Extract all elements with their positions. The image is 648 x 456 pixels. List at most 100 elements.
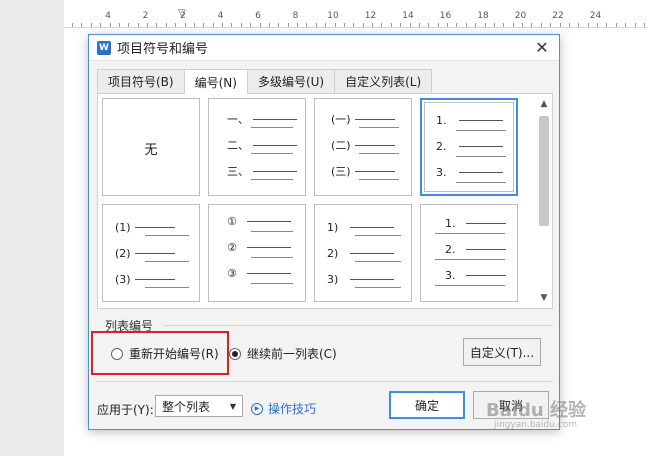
ruler-tick <box>90 23 92 27</box>
tab-bullets[interactable]: 项目符号(B) <box>97 69 185 93</box>
ruler-tick <box>456 23 458 27</box>
ruler-number: 4 <box>105 11 111 21</box>
apply-to-label: 应用于(Y): <box>97 403 154 417</box>
ruler-tick <box>634 23 636 27</box>
indent-marker-icon[interactable]: ▽ <box>178 8 186 19</box>
ruler-number: 10 <box>327 11 339 21</box>
ruler-tick <box>109 23 111 27</box>
continue-list-label: 继续前一列表(C) <box>247 347 337 361</box>
numbering-gallery: 无 一、 二、 三、 (一) (二) (三) 1. 2. 3. (1) (2) … <box>97 93 553 309</box>
apply-to-select[interactable]: 整个列表 ▼ <box>155 395 243 417</box>
marker: 1) <box>327 221 339 234</box>
marker: (2) <box>115 247 131 260</box>
ruler-tick <box>493 23 495 27</box>
radio-checked[interactable] <box>229 347 241 360</box>
ruler-tick <box>418 23 420 27</box>
ruler-tick <box>522 23 523 27</box>
marker: (1) <box>115 221 131 234</box>
ruler-tick <box>297 23 298 27</box>
watermark-url: jingyan.baidu.com <box>494 420 578 430</box>
tab-multilevel[interactable]: 多级编号(U) <box>246 69 336 93</box>
marker: 3. <box>436 166 447 179</box>
tips-label: 操作技巧 <box>268 402 317 416</box>
ruler-tick <box>475 23 477 27</box>
marker: 2) <box>327 247 339 260</box>
ruler-tick <box>100 23 102 27</box>
marker: (三) <box>331 165 351 178</box>
ruler-tick <box>268 23 270 27</box>
ok-button[interactable]: 确定 <box>389 391 465 419</box>
ruler-tick <box>587 23 589 27</box>
ruler-tick <box>540 23 542 27</box>
ruler-tick <box>334 23 336 27</box>
ruler-tick <box>128 23 130 27</box>
numbering-option-none[interactable]: 无 <box>102 98 200 196</box>
ruler-tick <box>372 23 373 27</box>
dropdown-arrow-icon: ▼ <box>229 401 236 411</box>
numbering-option-arabic-half-paren[interactable]: 1) 2) 3) <box>314 204 412 302</box>
baidu-watermark: Baidu 经验 <box>486 400 587 421</box>
marker: 2. <box>445 243 456 256</box>
radio-unchecked[interactable] <box>111 347 123 360</box>
ruler-tick <box>212 23 214 27</box>
scroll-up-icon[interactable]: ▲ <box>538 98 550 110</box>
ruler-tick <box>137 23 139 27</box>
continue-list-radio[interactable]: 继续前一列表(C) <box>229 345 337 362</box>
marker: 1. <box>436 114 447 127</box>
horizontal-ruler: 4 2 2 4 6 8 10 12 14 16 18 20 22 24 ▽ <box>64 0 648 28</box>
dialog-titlebar: W 项目符号和编号 ✕ <box>89 35 559 61</box>
marker: 2. <box>436 140 447 153</box>
ruler-tick <box>118 23 120 27</box>
ruler-tick <box>193 23 195 27</box>
ruler-tick <box>231 23 233 27</box>
play-icon: ▶ <box>251 402 263 415</box>
tab-bar: 项目符号(B) 编号(N) 多级编号(U) 自定义列表(L) <box>97 69 433 94</box>
ruler-number: 20 <box>514 11 527 21</box>
customize-button[interactable]: 自定义(T)... <box>463 338 541 366</box>
ruler-number: 4 <box>217 11 224 21</box>
tab-numbering[interactable]: 编号(N) <box>183 69 248 94</box>
ruler-tick <box>606 23 608 27</box>
ruler-tick <box>597 23 598 27</box>
ruler-tick <box>259 23 261 27</box>
marker: (3) <box>115 273 131 286</box>
ruler-number: 14 <box>402 11 414 21</box>
apply-to-value: 整个列表 <box>162 399 211 414</box>
restart-numbering-radio[interactable]: 重新开始编号(R) <box>111 345 219 362</box>
tab-custom-list[interactable]: 自定义列表(L) <box>334 69 433 93</box>
numbering-option-arabic-dot-indent[interactable]: 1. 2. 3. <box>420 204 518 302</box>
ruler-tick <box>222 23 223 27</box>
numbering-option-circled[interactable]: ① ② ③ <box>208 204 306 302</box>
numbering-option-chinese-paren[interactable]: (一) (二) (三) <box>314 98 412 196</box>
scroll-thumb[interactable] <box>539 116 549 226</box>
ruler-tick <box>325 23 327 27</box>
close-icon[interactable]: ✕ <box>533 38 551 57</box>
numbering-option-arabic-paren[interactable]: (1) (2) (3) <box>102 204 200 302</box>
numbering-option-arabic-dot[interactable]: 1. 2. 3. <box>420 98 518 196</box>
ruler-tick <box>484 23 486 27</box>
scroll-down-icon[interactable]: ▼ <box>538 292 550 304</box>
numbering-option-chinese-dun[interactable]: 一、 二、 三、 <box>208 98 306 196</box>
ruler-tick <box>447 23 448 27</box>
ruler-tick <box>531 23 533 27</box>
ruler-tick <box>72 23 73 27</box>
marker: 1. <box>445 217 456 230</box>
ruler-number: 2 <box>142 11 149 21</box>
ruler-tick <box>353 23 355 27</box>
tips-link[interactable]: ▶ 操作技巧 <box>251 400 316 417</box>
ruler-tick <box>278 23 280 27</box>
ruler-tick <box>643 23 645 27</box>
ruler-tick <box>81 23 83 27</box>
gallery-scrollbar[interactable]: ▲ ▼ <box>538 98 550 304</box>
ruler-tick <box>512 23 514 27</box>
ruler-tick <box>568 23 570 27</box>
ruler-tick <box>203 23 205 27</box>
ruler-tick <box>625 23 627 27</box>
ruler-tick <box>550 23 552 27</box>
ruler-tick <box>184 23 186 27</box>
marker: ① <box>227 215 237 228</box>
ruler-tick <box>465 23 467 27</box>
ruler-tick <box>503 23 505 27</box>
ruler-tick <box>250 23 252 27</box>
ruler-tick <box>343 23 345 27</box>
